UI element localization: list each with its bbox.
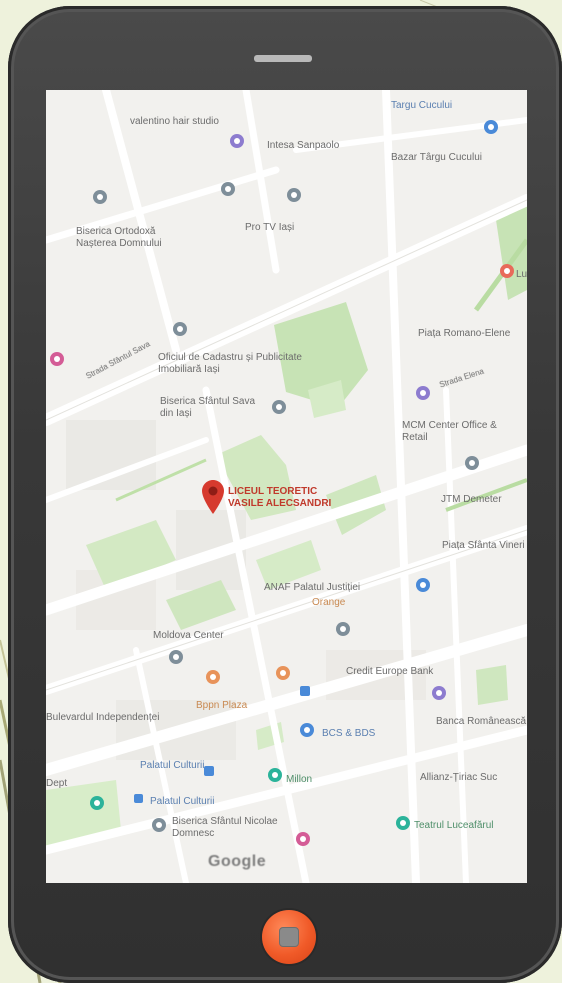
label-anaf[interactable]: ANAF Palatul Justiției bbox=[264, 582, 360, 594]
label-palatul-culturii-2[interactable]: Palatul Culturii bbox=[150, 796, 214, 808]
google-attribution[interactable]: Google bbox=[208, 853, 266, 871]
label-bcs[interactable]: BCS & BDS bbox=[322, 728, 375, 740]
label-piata-vineri[interactable]: Piața Sfânta Vineri bbox=[442, 540, 527, 552]
label-bazar[interactable]: Bazar Târgu Cucului bbox=[391, 152, 482, 164]
label-oficiul[interactable]: Oficiul de Cadastru și Publicitate Imobi… bbox=[158, 352, 333, 376]
label-millon[interactable]: Millon bbox=[286, 774, 312, 786]
label-credit-europe[interactable]: Credit Europe Bank bbox=[346, 666, 433, 678]
map-screen[interactable]: valentino hair studio Targu Cucului Inte… bbox=[46, 90, 527, 883]
label-palatul-culturii[interactable]: Palatul Culturii bbox=[140, 760, 204, 772]
label-jtm[interactable]: JTM Demeter bbox=[441, 494, 502, 506]
label-teatrul[interactable]: Teatrul Luceafărul bbox=[414, 820, 494, 832]
slide-stage: valentino hair studio Targu Cucului Inte… bbox=[0, 0, 562, 983]
label-orange[interactable]: Orange bbox=[312, 597, 345, 609]
label-biserica-sava[interactable]: Biserica Sfântul Sava din Iași bbox=[160, 396, 270, 420]
label-intesa[interactable]: Intesa Sanpaolo bbox=[267, 140, 339, 152]
home-button[interactable] bbox=[262, 910, 316, 964]
phone-speaker bbox=[254, 55, 312, 62]
label-allianz[interactable]: Allianz-Țiriac Suc bbox=[420, 772, 497, 784]
label-targu-cucului[interactable]: Targu Cucului bbox=[391, 100, 452, 112]
label-biserica-nicolae[interactable]: Biserica Sfântul Nicolae Domnesc bbox=[172, 816, 282, 840]
label-destination[interactable]: LICEUL TEORETIC VASILE ALECSANDRI bbox=[228, 486, 338, 510]
label-bppn[interactable]: Bppn Plaza bbox=[196, 700, 247, 712]
label-valentino[interactable]: valentino hair studio bbox=[130, 116, 219, 128]
label-luci[interactable]: Luci bbox=[516, 269, 527, 281]
label-banca-romaneasca[interactable]: Banca Românească bbox=[436, 716, 526, 728]
label-moldova-center[interactable]: Moldova Center bbox=[153, 630, 224, 642]
label-bdul-independentei: Bulevardul Independenței bbox=[46, 712, 160, 723]
label-pro-tv[interactable]: Pro TV Iași bbox=[245, 222, 294, 234]
label-mcm-center[interactable]: MCM Center Office & Retail bbox=[402, 420, 502, 444]
phone-device: valentino hair studio Targu Cucului Inte… bbox=[8, 6, 562, 983]
home-square-icon bbox=[279, 927, 299, 947]
label-piata-romano[interactable]: Piața Romano-Elene bbox=[418, 328, 523, 340]
label-dept[interactable]: Dept bbox=[46, 778, 67, 790]
label-biserica-ortodoxa[interactable]: Biserica Ortodoxă Nașterea Domnului bbox=[76, 226, 186, 250]
